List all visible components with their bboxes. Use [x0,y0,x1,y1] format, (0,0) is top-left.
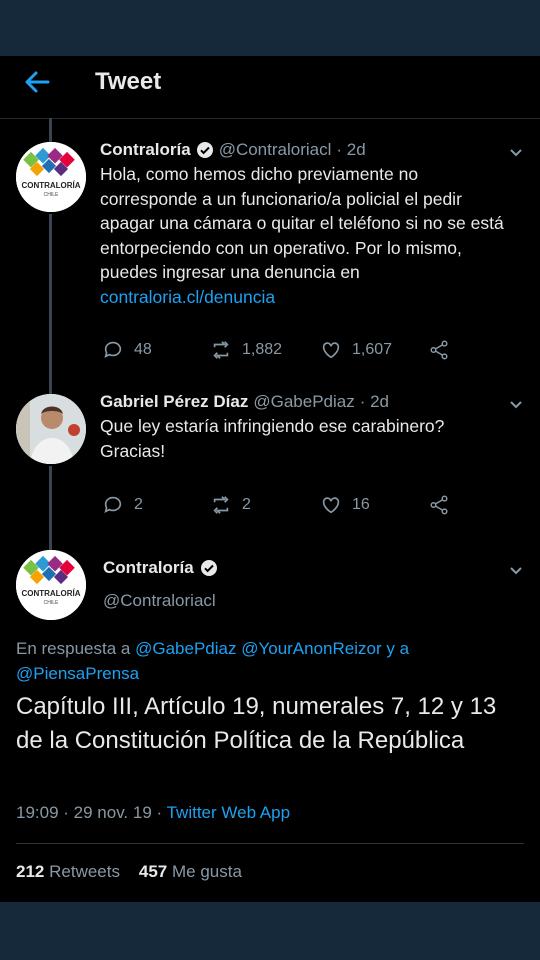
tweet-header: Gabriel Pérez Díaz @GabePdiaz · 2d [100,392,389,412]
mention-link[interactable]: @PiensaPrensa [16,664,139,683]
avatar[interactable]: CONTRALORÍA CHILE [16,142,86,212]
share-icon [430,340,448,360]
retweet-button[interactable]: 1,882 [210,339,282,361]
likes-stat[interactable]: 457 Me gusta [139,862,242,881]
tweet-text: Hola, como hemos dicho previamente no co… [100,164,504,307]
tweet-time: · 2d [359,392,390,411]
thread-line [49,118,52,142]
tweet-text: Que ley estaría infringiendo ese carabin… [100,416,445,461]
retweet-icon [213,341,229,359]
verified-icon [196,141,214,159]
reply-icon [104,341,122,358]
reply-button[interactable]: 48 [102,339,152,361]
main-tweet-text: Capítulo III, Artículo 19, numerales 7, … [16,693,497,754]
app-header [0,56,540,119]
source-link[interactable]: Twitter Web App [167,803,290,822]
navigation-bar [0,902,540,960]
mention-link[interactable]: @YourAnonReizor [241,639,381,658]
heart-icon [322,342,340,359]
svg-text:CHILE: CHILE [44,192,59,198]
tweet-header: Contraloría @Contraloriacl · 2d [100,140,366,160]
tweet-actions: 2 2 16 [100,494,520,522]
retweet-icon [213,496,229,514]
author-name[interactable]: Contraloría [100,140,191,160]
tweet-link[interactable]: contraloria.cl/denuncia [100,287,275,307]
heart-icon [322,497,340,514]
avatar-logo-text: CONTRALORÍA [21,181,80,190]
tweet-meta: 19:09 · 29 nov. 19 · Twitter Web App [16,803,290,823]
mention-link[interactable]: @GabePdiaz [135,639,236,658]
reply-context: En respuesta a @GabePdiaz @YourAnonReizo… [16,639,410,683]
avatar[interactable]: CONTRALORÍA CHILE [16,550,86,620]
retweets-stat[interactable]: 212 Retweets [16,862,120,881]
avatar-logo-text: CONTRALORÍA [21,589,80,598]
share-button[interactable] [428,494,450,516]
share-icon [430,495,448,515]
chevron-down-icon[interactable] [508,144,524,160]
avatar[interactable] [16,394,86,464]
tweet-timestamp: 19:09 · 29 nov. 19 · [16,803,163,822]
verified-icon [200,559,218,577]
chevron-down-icon[interactable] [508,562,524,578]
like-button[interactable]: 1,607 [320,339,392,361]
like-button[interactable]: 16 [320,494,370,516]
author-handle[interactable]: @GabePdiaz [253,392,354,412]
share-button[interactable] [428,339,450,361]
author-name[interactable]: Contraloría [103,558,194,578]
tweet-time: · 2d [336,140,366,159]
thread-line [49,466,52,550]
author-handle[interactable]: @Contraloriacl [219,140,332,160]
reply-button[interactable]: 2 [102,494,143,516]
divider [16,843,524,844]
thread-line [49,214,52,394]
reply-icon [104,496,122,513]
main-tweet-author: Contraloría [103,558,218,578]
chevron-down-icon[interactable] [508,396,524,412]
back-arrow-icon[interactable] [22,68,52,96]
author-name[interactable]: Gabriel Pérez Díaz [100,392,248,412]
tweet-stats: 212 Retweets 457 Me gusta [16,862,242,882]
svg-text:CHILE: CHILE [44,600,59,606]
tweet-actions: 48 1,882 1,607 [100,339,520,367]
page-title: Tweet [95,68,162,95]
retweet-button[interactable]: 2 [210,494,251,516]
status-bar [0,0,540,56]
author-handle[interactable]: @Contraloriacl [103,591,216,611]
